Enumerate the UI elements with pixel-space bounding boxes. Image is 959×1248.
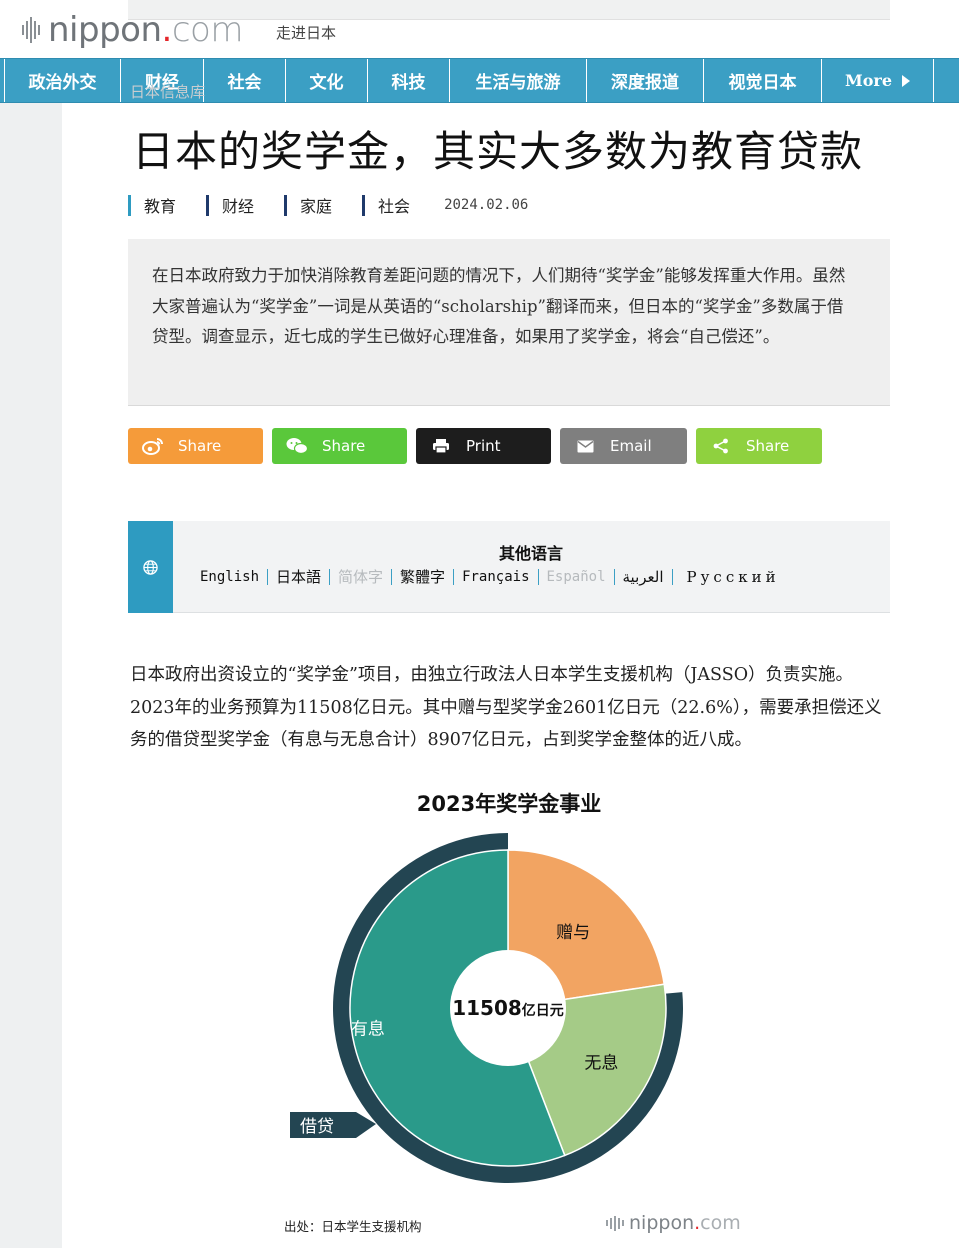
site-logo[interactable]: nippon.com xyxy=(22,12,243,48)
logo-text: nippon.com xyxy=(48,10,243,50)
share-label: Share xyxy=(322,437,366,455)
tag-label: 家庭 xyxy=(300,197,333,216)
wechat-share-button[interactable]: Share xyxy=(272,428,407,464)
scholarship-pie-chart: 赠与无息有息11508亿日元借贷 xyxy=(290,833,683,1183)
article-tags: 教育 财经 家庭 社会 2024.02.06 xyxy=(128,193,528,217)
weibo-share-button[interactable]: Share xyxy=(128,428,263,464)
printer-icon xyxy=(416,438,466,454)
lang-traditional-chinese[interactable]: 繁體字 xyxy=(392,569,455,585)
left-gutter xyxy=(0,103,62,1248)
email-button[interactable]: Email xyxy=(560,428,687,464)
tag-society[interactable]: 社会 xyxy=(362,193,410,217)
tag-bar xyxy=(206,194,210,216)
pie-slice-label: 有息 xyxy=(351,1019,385,1039)
article-title: 日本的奖学金，其实大多数为教育贷款 xyxy=(132,127,864,176)
tag-bar xyxy=(284,194,288,216)
chart-title: 2023年奖学金事业 xyxy=(416,792,602,816)
other-languages-box: 其他语言 English 日本語 简体字 繁體字 Français Españo… xyxy=(128,521,890,613)
site-header: nippon.com 走进日本 xyxy=(0,0,959,58)
generic-share-button[interactable]: Share xyxy=(696,428,822,464)
logo-bars-icon xyxy=(22,17,40,43)
lang-spanish[interactable]: Español xyxy=(539,569,615,585)
nav-item-culture[interactable]: 文化 xyxy=(286,59,368,102)
lang-russian[interactable]: Русский xyxy=(673,569,788,585)
tag-bar xyxy=(362,194,366,216)
wechat-icon xyxy=(272,437,322,455)
chart-source: 出处：日本学生支援机构 xyxy=(284,1219,422,1234)
print-label: Print xyxy=(466,437,501,455)
share-label: Share xyxy=(746,437,790,455)
weibo-icon xyxy=(128,437,178,455)
email-label: Email xyxy=(610,437,652,455)
nav-more-label: More xyxy=(845,71,892,90)
lang-english[interactable]: English xyxy=(200,569,269,585)
tag-economy[interactable]: 财经 xyxy=(206,193,254,217)
share-bar: Share Share Print Email Share xyxy=(128,428,822,464)
pie-slice-label: 赠与 xyxy=(556,923,590,943)
loan-callout-label: 借贷 xyxy=(300,1117,334,1137)
print-button[interactable]: Print xyxy=(416,428,551,464)
triangle-right-icon xyxy=(902,74,910,87)
nav-more-button[interactable]: More xyxy=(822,59,934,102)
pie-slice-label: 无息 xyxy=(584,1053,618,1073)
share-label: Share xyxy=(178,437,222,455)
share-icon xyxy=(696,438,746,454)
nav-item-life-travel[interactable]: 生活与旅游 xyxy=(450,59,587,102)
tag-label: 财经 xyxy=(222,197,255,216)
breadcrumb[interactable]: 日本信息库 xyxy=(130,81,205,102)
nav-item-visual-japan[interactable]: 视觉日本 xyxy=(704,59,822,102)
tag-bar xyxy=(128,194,131,216)
tag-family[interactable]: 家庭 xyxy=(284,193,332,217)
mail-icon xyxy=(560,440,610,453)
lang-arabic[interactable]: العربية xyxy=(615,569,673,585)
article-paragraph: 日本政府出资设立的“奖学金”项目，由独立行政法人日本学生支援机构（JASSO）负… xyxy=(130,665,882,750)
nippon-watermark: nippon.com xyxy=(606,1212,741,1234)
language-list: English 日本語 简体字 繁體字 Français Español الع… xyxy=(200,569,788,585)
article-summary: 在日本政府致力于加快消除教育差距问题的情况下，人们期待“奖学金”能够发挥重大作用… xyxy=(128,239,890,406)
tag-label: 社会 xyxy=(378,197,411,216)
nav-item-society[interactable]: 社会 xyxy=(204,59,286,102)
site-tagline: 走进日本 xyxy=(276,24,337,42)
publish-date: 2024.02.06 xyxy=(444,197,529,213)
tag-education[interactable]: 教育 xyxy=(128,193,176,217)
watermark-text: nippon.com xyxy=(629,1212,741,1234)
lang-french[interactable]: Français xyxy=(454,569,539,585)
nav-item-technology[interactable]: 科技 xyxy=(368,59,450,102)
nav-item-in-depth[interactable]: 深度报道 xyxy=(587,59,704,102)
globe-icon xyxy=(128,521,173,613)
other-languages-title: 其他语言 xyxy=(499,544,564,563)
lang-japanese[interactable]: 日本語 xyxy=(268,569,331,585)
lang-simplified-chinese: 简体字 xyxy=(330,569,393,585)
tag-label: 教育 xyxy=(144,197,177,216)
logo-bars-icon xyxy=(606,1215,624,1231)
nav-item-politics[interactable]: 政治外交 xyxy=(4,59,121,102)
